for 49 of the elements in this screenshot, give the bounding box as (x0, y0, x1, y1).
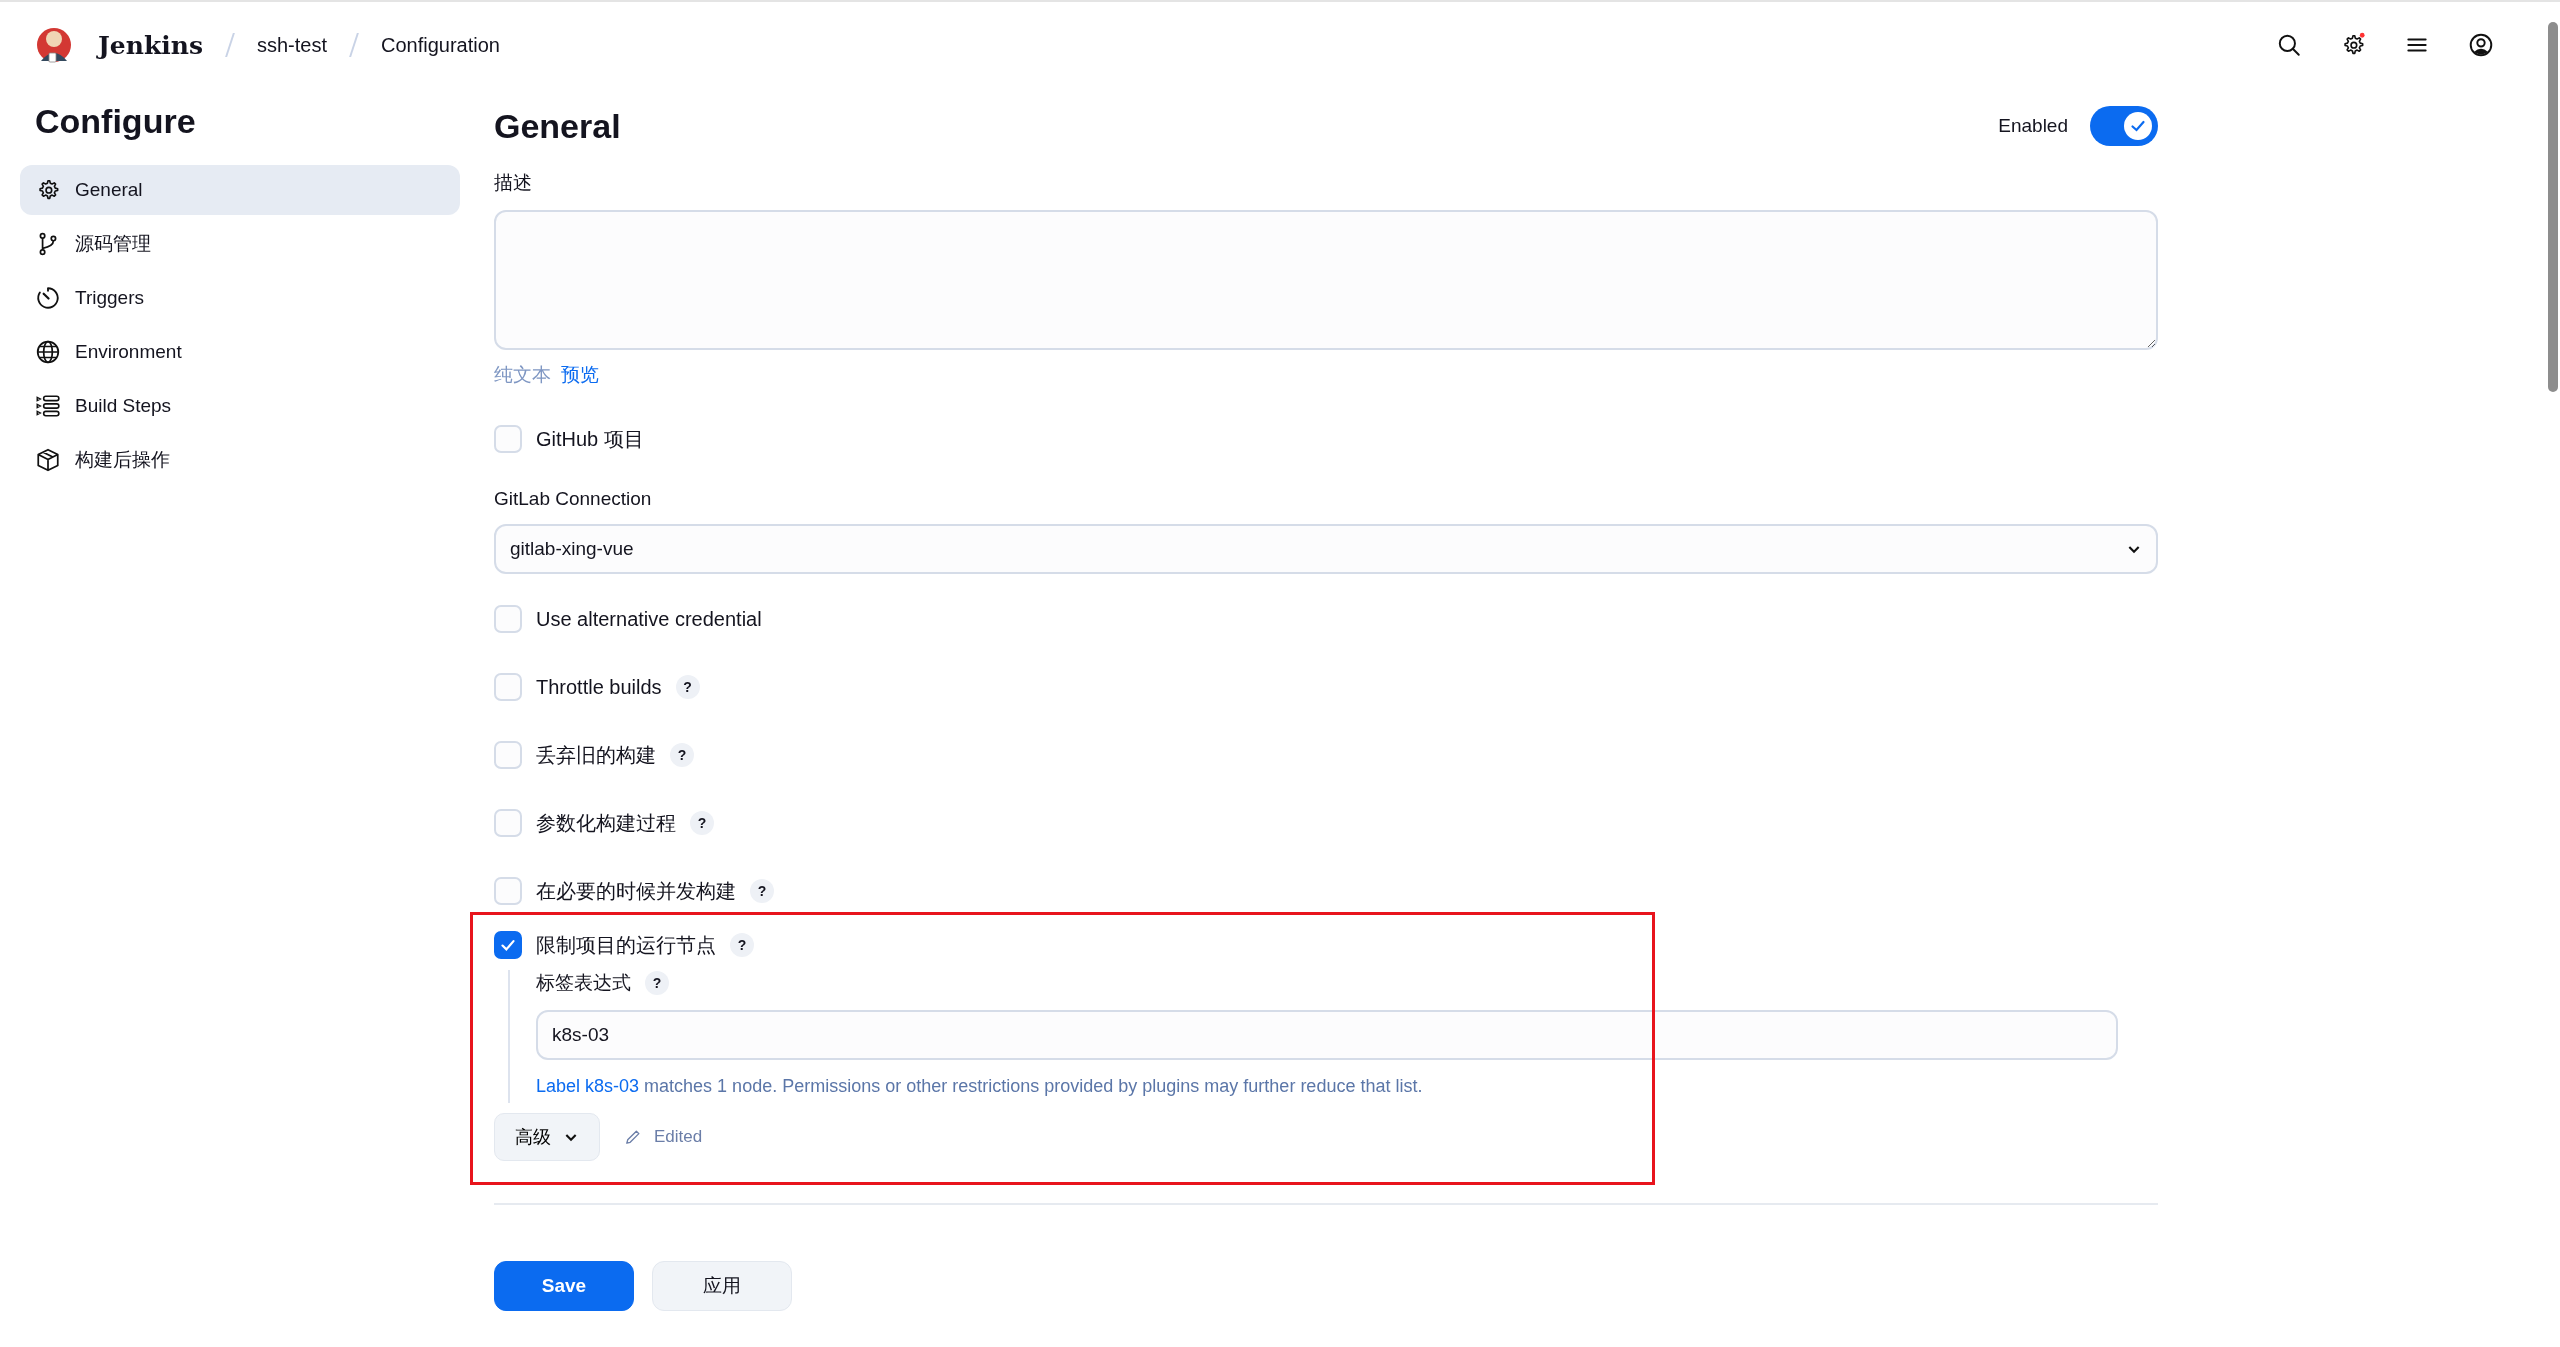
advanced-button[interactable]: 高级 (494, 1113, 600, 1161)
field-label: 标签表达式 (536, 971, 631, 995)
label-link[interactable]: Label k8s-03 (536, 1076, 640, 1096)
sidebar-item[interactable]: General (20, 165, 460, 215)
help-button[interactable]: ? (730, 933, 754, 957)
check-icon (2123, 111, 2153, 141)
checkbox-label[interactable]: GitHub 项目 (536, 425, 644, 453)
save-button[interactable]: Save (494, 1261, 634, 1311)
checkbox-label[interactable]: 丢弃旧的构建 (536, 741, 656, 769)
description-field[interactable] (494, 210, 2158, 350)
help-button[interactable]: ? (670, 743, 694, 767)
search-icon[interactable] (2276, 32, 2302, 58)
validation-message: Label k8s-03 matches 1 node. Permissions or other restrictions provided by plugins may further reduce that list. (536, 1076, 1423, 1096)
pencil-icon (624, 1128, 642, 1146)
help-button[interactable]: ? (750, 879, 774, 903)
sidebar-item[interactable]: Environment (20, 327, 460, 377)
sidebar-item[interactable]: 源码管理 (20, 219, 460, 269)
breadcrumb-link[interactable]: Configuration (381, 33, 500, 57)
field-label: 描述 (494, 171, 533, 195)
checkbox-label[interactable]: Throttle builds (536, 675, 662, 699)
checkbox-label[interactable]: Use alternative credential (536, 607, 762, 631)
enabled-toggle[interactable] (2090, 106, 2158, 146)
apply-button[interactable]: 应用 (652, 1261, 792, 1311)
checkbox-label[interactable]: 在必要的时候并发构建 (536, 877, 736, 905)
app-name[interactable]: Jenkins (98, 30, 203, 60)
user-icon[interactable] (2468, 32, 2494, 58)
sidebar-item[interactable]: Build Steps (20, 381, 460, 431)
format-link[interactable]: 预览 (561, 362, 599, 388)
connection-select[interactable]: gitlab-xing-vue (494, 524, 2158, 574)
list-icon (35, 393, 61, 419)
globe-icon (35, 339, 61, 365)
label-expression-field[interactable]: k8s-03 (536, 1010, 2118, 1060)
help-button[interactable]: ? (645, 971, 669, 995)
enabled-label: Enabled (1998, 115, 2068, 137)
help-button[interactable]: ? (690, 811, 714, 835)
checkbox-label[interactable]: 参数化构建过程 (536, 809, 676, 837)
scrollbar-thumb[interactable] (2548, 22, 2558, 392)
checkbox[interactable] (494, 931, 522, 959)
sidebar-title: Configure (35, 102, 197, 141)
field-label: GitLab Connection (494, 488, 653, 510)
checkbox-label[interactable]: 限制项目的运行节点 (536, 931, 716, 959)
timer-icon (35, 285, 61, 311)
breadcrumb-link[interactable]: ssh-test (257, 33, 327, 57)
edited-status: Edited (654, 1127, 703, 1147)
sidebar-item[interactable]: Triggers (20, 273, 460, 323)
help-button[interactable]: ? (675, 675, 700, 699)
package-icon (35, 447, 61, 473)
sidebar-item[interactable]: 构建后操作 (20, 435, 460, 485)
section-title: General (494, 106, 621, 146)
